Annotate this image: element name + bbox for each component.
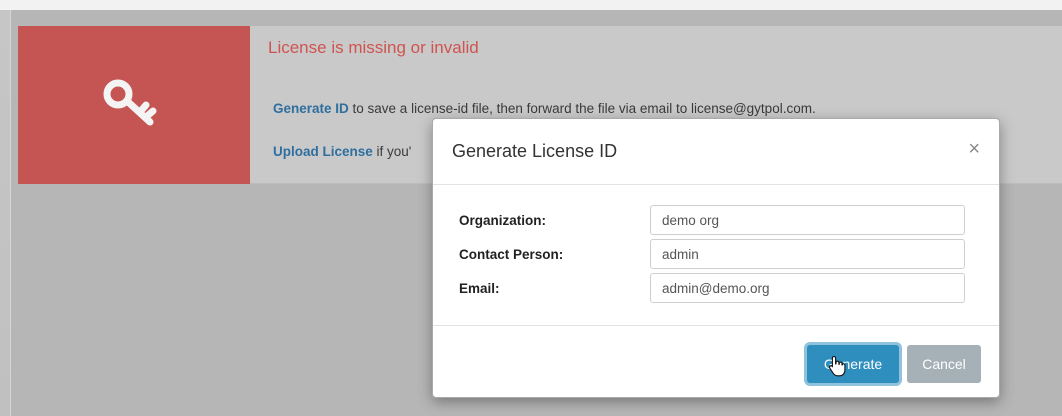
organization-label: Organization: xyxy=(459,213,546,228)
contact-person-row: Contact Person: xyxy=(459,239,965,271)
generate-id-link[interactable]: Generate ID xyxy=(273,101,349,116)
alert-line-upload: Upload License if you' xyxy=(273,144,411,159)
alert-title: License is missing or invalid xyxy=(268,38,479,57)
cancel-button[interactable]: Cancel xyxy=(907,345,981,383)
upload-license-link[interactable]: Upload License xyxy=(273,144,373,159)
generate-button[interactable]: Generate xyxy=(807,345,899,383)
dialog-footer: Generate Cancel xyxy=(433,327,999,397)
alert-icon-panel xyxy=(18,26,250,184)
email-input[interactable] xyxy=(650,273,965,303)
key-icon xyxy=(103,79,157,126)
organization-input[interactable] xyxy=(650,205,965,235)
contact-person-label: Contact Person: xyxy=(459,247,564,262)
email-row: Email: xyxy=(459,273,965,305)
dialog-body: Organization: Contact Person: Email: xyxy=(433,186,999,326)
alert-line-upload-text: if you' xyxy=(372,144,412,159)
alert-line-generate-text: to save a license-id file, then forward … xyxy=(348,101,816,116)
organization-row: Organization: xyxy=(459,205,965,237)
email-label: Email: xyxy=(459,281,500,296)
dialog-title: Generate License ID xyxy=(452,141,618,161)
app-window: License is missing or invalid Generate I… xyxy=(0,0,1062,416)
contact-person-input[interactable] xyxy=(650,239,965,269)
dialog-header: Generate License ID × xyxy=(433,119,999,185)
generate-license-dialog: Generate License ID × Organization: Cont… xyxy=(432,118,1000,398)
close-icon[interactable]: × xyxy=(968,139,980,159)
alert-line-generate: Generate ID to save a license-id file, t… xyxy=(273,101,816,116)
